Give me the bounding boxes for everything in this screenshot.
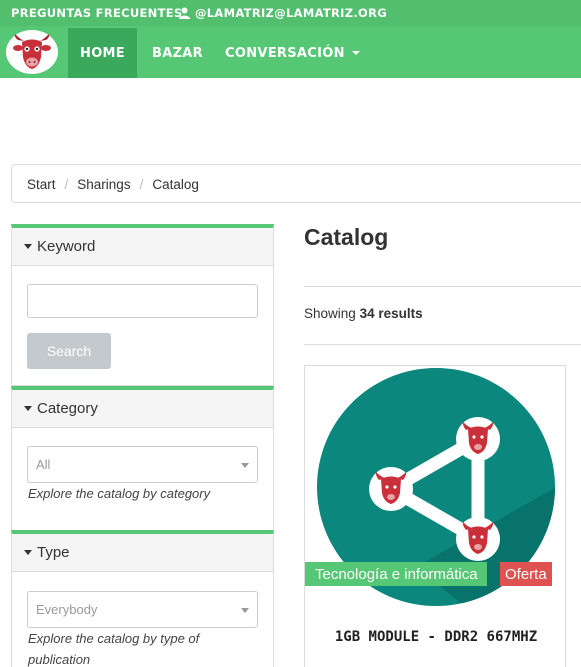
breadcrumb-separator: / [64,177,69,192]
keyword-input[interactable] [27,284,258,318]
category-filter-panel: Category All Explore the catalog by cate… [11,386,274,531]
faq-link[interactable]: PREGUNTAS FRECUENTES [11,6,183,20]
chevron-down-icon [241,608,249,613]
divider [304,286,581,287]
results-count: Showing 34 results [304,306,423,321]
offer-badge: Oferta [500,562,552,586]
keyword-panel-header[interactable]: Keyword [12,228,273,266]
type-panel-header[interactable]: Type [12,534,273,572]
divider [304,344,581,345]
breadcrumb-sharings[interactable]: Sharings [77,177,130,192]
nav-conversacion[interactable]: CONVERSACIÓN [225,28,360,78]
user-icon [179,7,190,19]
search-button[interactable]: Search [27,333,111,369]
top-bar: PREGUNTAS FRECUENTES @LAMATRIZ@LAMATRIZ.… [0,0,581,26]
type-help-text: Explore the catalog by type of publicati… [28,631,200,667]
type-select[interactable]: Everybody [27,591,258,628]
type-panel-title: Type [37,544,70,561]
breadcrumb-catalog: Catalog [152,177,199,192]
user-account-link[interactable]: @LAMATRIZ@LAMATRIZ.ORG [179,6,387,20]
keyword-panel-title: Keyword [37,238,96,255]
category-help-text: Explore the catalog by category [28,486,211,501]
type-filter-panel: Type Everybody Explore the catalog by ty… [11,530,274,667]
results-prefix: Showing [304,306,356,321]
category-select[interactable]: All [27,446,258,483]
chevron-down-icon [351,51,360,55]
bull-head-logo-icon [13,34,51,69]
user-email: @LAMATRIZ@LAMATRIZ.ORG [195,6,388,20]
category-select-value: All [36,457,51,472]
category-panel-title: Category [37,400,98,417]
main-navbar: HOME BAZAR CONVERSACIÓN [0,26,581,78]
category-panel-header[interactable]: Category [12,390,273,428]
results-number: 34 results [359,306,423,321]
nav-conversacion-label: CONVERSACIÓN [225,45,345,61]
caret-down-icon [24,406,32,411]
category-badge[interactable]: Tecnología e informática [305,562,487,586]
keyword-filter-panel: Keyword Search [11,224,274,386]
breadcrumb: Start / Sharings / Catalog [11,164,581,203]
logo[interactable] [6,30,58,74]
catalog-card[interactable]: Tecnología e informática Oferta 1GB MODU… [304,365,566,667]
caret-down-icon [24,244,32,249]
page-title: Catalog [304,224,389,250]
nav-bazar[interactable]: BAZAR [152,28,203,78]
nav-home[interactable]: HOME [68,28,137,78]
breadcrumb-separator: / [139,177,144,192]
type-select-value: Everybody [36,602,98,617]
breadcrumb-start[interactable]: Start [27,177,56,192]
card-title[interactable]: 1GB MODULE - DDR2 667MHZ [305,629,567,645]
chevron-down-icon [241,463,249,468]
caret-down-icon [24,550,32,555]
